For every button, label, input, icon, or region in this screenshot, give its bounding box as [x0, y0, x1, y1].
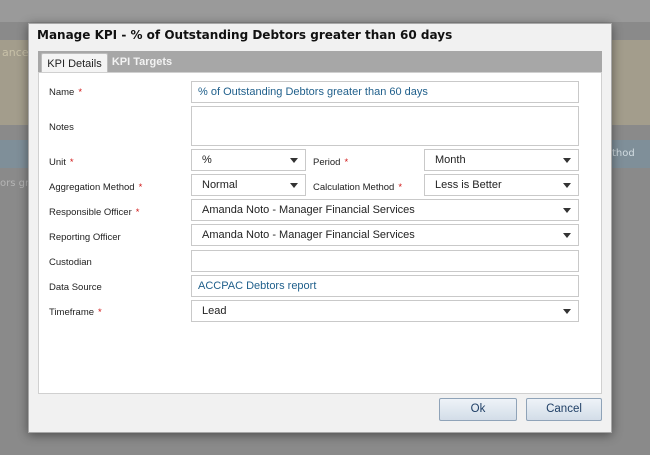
name-field[interactable]: % of Outstanding Debtors greater than 60…: [191, 81, 579, 103]
data-source-field[interactable]: ACCPAC Debtors report: [191, 275, 579, 297]
custodian-label: Custodian: [49, 257, 92, 268]
custodian-field[interactable]: [191, 250, 579, 272]
reporting-officer-label: Reporting Officer: [49, 232, 121, 243]
aggregation-method-label: Aggregation Method *: [49, 182, 143, 193]
notes-label: Notes: [49, 122, 74, 133]
chevron-down-icon: [563, 183, 571, 188]
responsible-officer-label: Responsible Officer *: [49, 207, 140, 218]
unit-select[interactable]: %: [191, 149, 306, 171]
period-value: Month: [435, 154, 466, 166]
manage-kpi-dialog: Manage KPI - % of Outstanding Debtors gr…: [28, 23, 612, 433]
timeframe-label: Timeframe *: [49, 307, 102, 318]
timeframe-select[interactable]: Lead: [191, 300, 579, 322]
chevron-down-icon: [290, 158, 298, 163]
kpi-details-panel: Name * % of Outstanding Debtors greater t…: [38, 72, 602, 394]
calculation-method-select[interactable]: Less is Better: [424, 174, 579, 196]
unit-value: %: [202, 154, 212, 166]
aggregation-method-select[interactable]: Normal: [191, 174, 306, 196]
responsible-officer-value: Amanda Noto - Manager Financial Services: [202, 204, 415, 216]
period-label: Period *: [313, 157, 349, 168]
reporting-officer-select[interactable]: Amanda Noto - Manager Financial Services: [191, 224, 579, 246]
dialog-title: Manage KPI - % of Outstanding Debtors gr…: [37, 28, 453, 42]
chevron-down-icon: [290, 183, 298, 188]
unit-label: Unit *: [49, 157, 74, 168]
period-select[interactable]: Month: [424, 149, 579, 171]
aggregation-method-value: Normal: [202, 179, 238, 191]
tab-kpi-details[interactable]: KPI Details: [41, 53, 108, 74]
ok-button[interactable]: Ok: [439, 398, 517, 421]
chevron-down-icon: [563, 309, 571, 314]
calculation-method-value: Less is Better: [435, 179, 502, 191]
notes-textarea[interactable]: [191, 106, 579, 146]
name-label: Name *: [49, 87, 83, 98]
chevron-down-icon: [563, 158, 571, 163]
responsible-officer-select[interactable]: Amanda Noto - Manager Financial Services: [191, 199, 579, 221]
reporting-officer-value: Amanda Noto - Manager Financial Services: [202, 229, 415, 241]
background-topbar: [0, 0, 650, 22]
chevron-down-icon: [563, 208, 571, 213]
tab-kpi-targets[interactable]: KPI Targets: [111, 53, 173, 74]
cancel-button[interactable]: Cancel: [526, 398, 602, 421]
data-source-label: Data Source: [49, 282, 102, 293]
timeframe-value: Lead: [202, 305, 227, 317]
background-text: thod: [612, 148, 635, 159]
background-text: ance: [2, 46, 29, 59]
chevron-down-icon: [563, 233, 571, 238]
calculation-method-label: Calculation Method *: [313, 182, 403, 193]
